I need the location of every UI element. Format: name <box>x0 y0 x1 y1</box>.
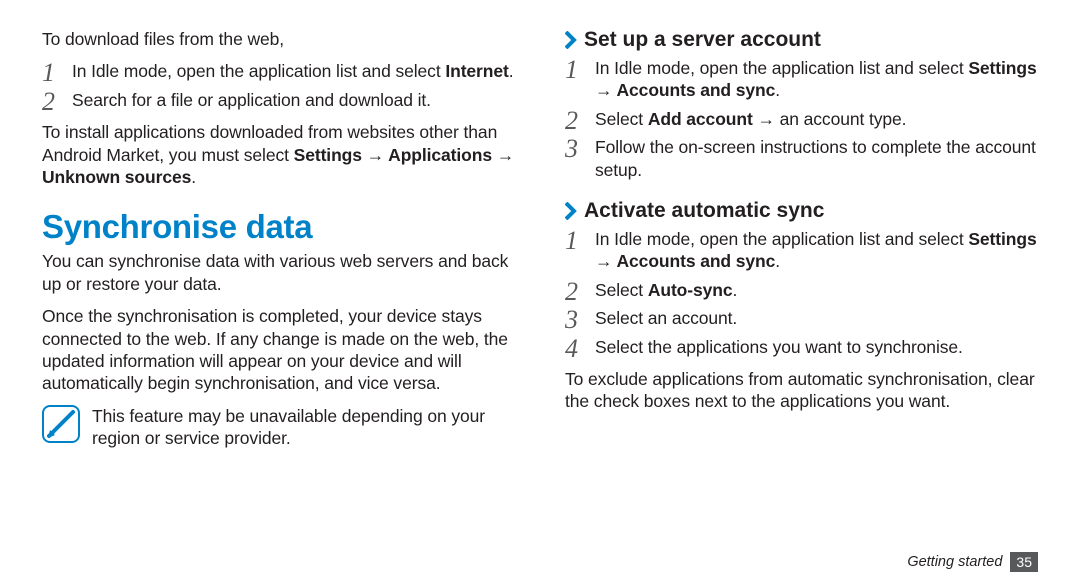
note-block: This feature may be unavailable dependin… <box>42 405 515 450</box>
set-up-server-account-heading: Set up a server account <box>565 28 1038 52</box>
autosync-step-3: Select an account. <box>565 307 1038 329</box>
install-note: To install applications downloaded from … <box>42 121 515 188</box>
note-icon <box>42 405 80 443</box>
autosync-step-1: In Idle mode, open the application list … <box>565 228 1038 273</box>
activate-automatic-sync-heading: Activate automatic sync <box>565 199 1038 223</box>
download-steps: In Idle mode, open the application list … <box>42 60 515 111</box>
right-column: Set up a server account In Idle mode, op… <box>565 28 1038 449</box>
note-text: This feature may be unavailable dependin… <box>92 405 515 450</box>
server-step-3: Follow the on-screen instructions to com… <box>565 136 1038 181</box>
chevron-icon <box>565 31 578 49</box>
footer-section: Getting started <box>907 554 1002 570</box>
exclude-note: To exclude applications from automatic s… <box>565 368 1038 413</box>
left-column: To download files from the web, In Idle … <box>42 28 515 449</box>
download-intro: To download files from the web, <box>42 28 515 50</box>
download-step-2: Search for a file or application and dow… <box>42 89 515 111</box>
sync-p2: Once the synchronisation is completed, y… <box>42 305 515 395</box>
sync-p1: You can synchronise data with various we… <box>42 250 515 295</box>
autosync-step-2: Select Auto-sync. <box>565 279 1038 301</box>
page-footer: Getting started 35 <box>907 552 1038 572</box>
server-step-2: Select Add account → an account type. <box>565 108 1038 130</box>
chevron-icon <box>565 202 578 220</box>
autosync-step-4: Select the applications you want to sync… <box>565 336 1038 358</box>
synchronise-heading: Synchronise data <box>42 208 515 246</box>
auto-sync-steps: In Idle mode, open the application list … <box>565 228 1038 358</box>
footer-page-number: 35 <box>1010 552 1038 572</box>
download-step-1: In Idle mode, open the application list … <box>42 60 515 82</box>
server-account-steps: In Idle mode, open the application list … <box>565 57 1038 181</box>
server-step-1: In Idle mode, open the application list … <box>565 57 1038 102</box>
